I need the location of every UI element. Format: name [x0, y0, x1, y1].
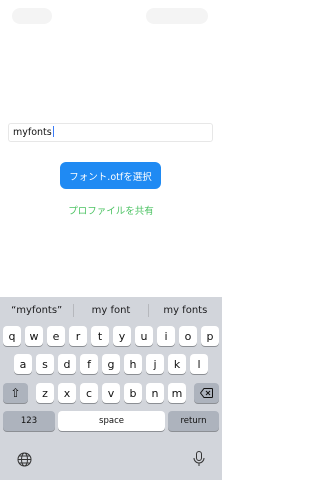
keyboard: “myfonts” my font my fonts q w e r t y u… [0, 297, 222, 480]
status-indicators-area [146, 8, 208, 24]
select-font-file-button-label: フォント.otfを選択 [69, 171, 152, 183]
key-g[interactable]: g [102, 354, 120, 374]
font-name-input-value: myfonts [13, 127, 52, 138]
key-j[interactable]: j [146, 354, 164, 374]
microphone-icon[interactable] [189, 449, 209, 469]
key-l[interactable]: l [190, 354, 208, 374]
delete-key[interactable] [194, 383, 219, 403]
suggestion-1[interactable]: “myfonts” [0, 305, 73, 316]
globe-icon[interactable] [14, 449, 34, 469]
share-profile-link-label: プロファイルを共有 [68, 206, 154, 217]
font-name-input[interactable]: myfonts [8, 123, 213, 142]
key-w[interactable]: w [25, 326, 43, 346]
key-n[interactable]: n [146, 383, 164, 403]
key-u[interactable]: u [135, 326, 153, 346]
suggestion-3[interactable]: my fonts [149, 305, 222, 316]
key-t[interactable]: t [91, 326, 109, 346]
key-a[interactable]: a [14, 354, 32, 374]
key-k[interactable]: k [168, 354, 186, 374]
status-bar [0, 0, 222, 24]
numbers-key[interactable]: 123 [3, 411, 55, 431]
key-d[interactable]: d [58, 354, 76, 374]
suggestion-2[interactable]: my font [74, 305, 147, 316]
key-z[interactable]: z [36, 383, 54, 403]
key-o[interactable]: o [179, 326, 197, 346]
return-key[interactable]: return [168, 411, 219, 431]
space-key[interactable]: space [58, 411, 165, 431]
shift-icon: ⇧ [10, 386, 21, 400]
key-f[interactable]: f [80, 354, 98, 374]
key-q[interactable]: q [3, 326, 21, 346]
shift-key[interactable]: ⇧ [3, 383, 28, 403]
globe-icon-graphic [17, 452, 31, 466]
status-time-area [12, 8, 52, 24]
key-c[interactable]: c [80, 383, 98, 403]
microphone-icon-graphic [193, 451, 205, 466]
key-i[interactable]: i [157, 326, 175, 346]
key-p[interactable]: p [201, 326, 219, 346]
key-r[interactable]: r [69, 326, 87, 346]
key-x[interactable]: x [58, 383, 76, 403]
select-font-file-button[interactable]: フォント.otfを選択 [60, 162, 161, 189]
key-y[interactable]: y [113, 326, 131, 346]
key-e[interactable]: e [47, 326, 65, 346]
text-caret [52, 126, 54, 137]
suggestion-bar: “myfonts” my font my fonts [0, 297, 222, 323]
key-m[interactable]: m [168, 383, 186, 403]
key-h[interactable]: h [124, 354, 142, 374]
share-profile-link[interactable]: プロファイルを共有 [48, 202, 174, 218]
key-s[interactable]: s [36, 354, 54, 374]
key-v[interactable]: v [102, 383, 120, 403]
key-b[interactable]: b [124, 383, 142, 403]
delete-icon [200, 388, 213, 398]
